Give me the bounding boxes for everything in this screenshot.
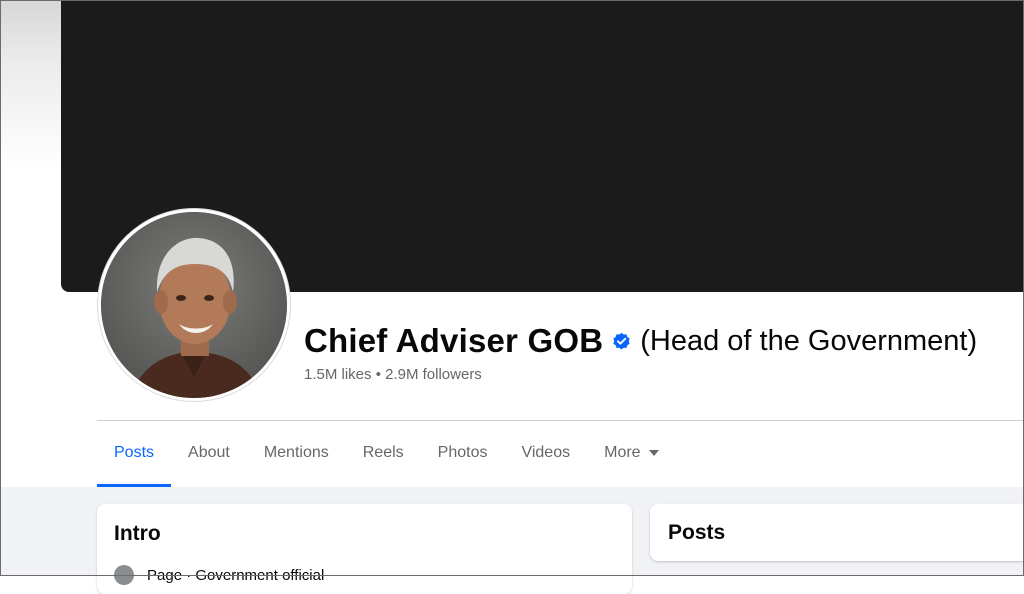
tab-more[interactable]: More <box>587 421 675 485</box>
intro-title: Intro <box>114 522 161 545</box>
tab-label: About <box>188 444 230 461</box>
profile-avatar[interactable] <box>98 209 290 401</box>
page-title-row: Chief Adviser GOB (Head of the Governmen… <box>304 318 977 364</box>
tab-label: More <box>604 444 641 461</box>
tab-label: Posts <box>114 444 155 461</box>
posts-title: Posts <box>668 521 726 544</box>
intro-category: Page · Government official <box>114 565 324 585</box>
profile-photo <box>101 212 287 398</box>
tab-reels[interactable]: Reels <box>346 421 421 485</box>
page-title-suffix: (Head of the Government) <box>640 324 978 357</box>
tab-mentions[interactable]: Mentions <box>247 421 346 485</box>
likes-followers-count[interactable]: 1.5M likes • 2.9M followers <box>304 366 482 383</box>
tab-label: Photos <box>437 444 488 461</box>
posts-card: Posts <box>650 504 1024 561</box>
tab-videos[interactable]: Videos <box>504 421 587 485</box>
tab-photos[interactable]: Photos <box>421 421 505 485</box>
tab-label: Videos <box>521 444 571 461</box>
intro-card: Intro Page · Government official <box>97 504 632 594</box>
page-title: Chief Adviser GOB <box>304 322 604 359</box>
tab-about[interactable]: About <box>171 421 247 485</box>
verified-badge-icon <box>612 332 631 351</box>
left-gutter <box>1 1 61 487</box>
info-icon <box>114 565 134 585</box>
tab-posts[interactable]: Posts <box>97 421 172 487</box>
intro-category-text: Page · Government official <box>147 566 325 584</box>
profile-tabs: Posts About Mentions Reels Photos Videos… <box>97 421 676 487</box>
tab-label: Mentions <box>263 444 329 461</box>
caret-down-icon <box>648 450 659 456</box>
tab-label: Reels <box>362 444 404 461</box>
